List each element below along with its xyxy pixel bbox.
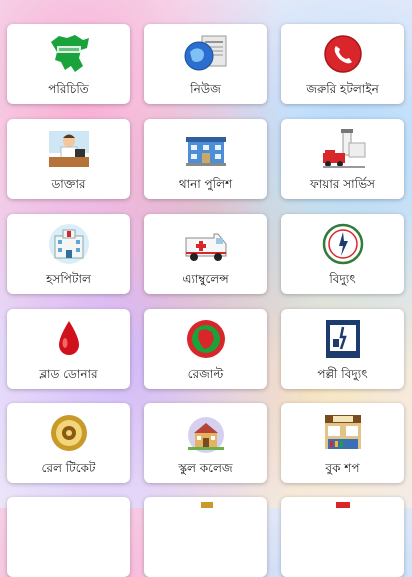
card-police-station[interactable]: থানা পুলিশ (144, 119, 267, 199)
school-icon (187, 417, 224, 453)
card-label: স্কুল কলেজ (178, 461, 233, 475)
phone-emergency-icon (323, 35, 362, 73)
card-label: নিউজ (190, 82, 221, 96)
card-label: থানা পুলিশ (178, 177, 233, 191)
card-emergency-hotline[interactable]: জরুরি হটলাইন (281, 24, 404, 104)
card-electricity[interactable]: বিদ্যুৎ (281, 214, 404, 294)
card-label: জরুরি হটলাইন (306, 82, 379, 96)
card-blood-donor[interactable]: ব্লাড ডোনার (7, 309, 130, 389)
card-fire-service[interactable]: ফায়ার সার্ভিস (281, 119, 404, 199)
fire-service-icon (322, 129, 365, 168)
result-emblem-icon (186, 320, 225, 358)
partial-icon (336, 502, 350, 508)
card-doctor[interactable]: ডাক্তার (7, 119, 130, 199)
card-introduction[interactable]: পরিচিতি (7, 24, 130, 104)
bangladesh-map-icon (50, 35, 89, 72)
rural-electricity-icon (325, 320, 360, 358)
card-partial-1[interactable] (7, 497, 130, 577)
card-label: রেল টিকেট (41, 461, 96, 475)
card-label: ব্লাড ডোনার (39, 367, 98, 381)
hospital-icon (48, 224, 89, 264)
card-partial-2[interactable] (144, 497, 267, 577)
ambulance-icon (185, 233, 226, 261)
bookshop-icon (324, 415, 361, 449)
doctor-icon (48, 131, 89, 167)
card-ambulance[interactable]: এ্যাম্বুলেন্স (144, 214, 267, 294)
card-label: পরিচিতি (48, 82, 89, 96)
card-label: পল্লী বিদ্যুৎ (317, 367, 368, 381)
card-label: ডাক্তার (51, 177, 86, 191)
card-book-shop[interactable]: বুক শপ (281, 403, 404, 483)
card-partial-3[interactable] (281, 497, 404, 577)
partial-icon (201, 502, 213, 508)
globe-news-icon (184, 35, 226, 71)
card-rural-electricity[interactable]: পল্লী বিদ্যুৎ (281, 309, 404, 389)
blood-drop-icon (58, 321, 79, 355)
card-label: এ্যাম্বুলেন্স (182, 272, 229, 286)
electricity-logo-icon (322, 223, 363, 265)
service-grid: পরিচিতি নিউজ জরুরি হটলাইন ডাক্তার থানা প… (0, 0, 412, 577)
card-hospital[interactable]: হসপিটাল (7, 214, 130, 294)
police-station-icon (185, 137, 226, 166)
card-school-college[interactable]: স্কুল কলেজ (144, 403, 267, 483)
card-result[interactable]: রেজাল্ট (144, 309, 267, 389)
card-label: হসপিটাল (46, 272, 91, 286)
card-label: ফায়ার সার্ভিস (310, 177, 375, 191)
card-label: রেজাল্ট (187, 367, 224, 381)
card-label: বুক শপ (325, 461, 360, 475)
railway-emblem-icon (50, 415, 87, 451)
card-label: বিদ্যুৎ (329, 272, 356, 286)
card-rail-ticket[interactable]: রেল টিকেট (7, 403, 130, 483)
card-news[interactable]: নিউজ (144, 24, 267, 104)
